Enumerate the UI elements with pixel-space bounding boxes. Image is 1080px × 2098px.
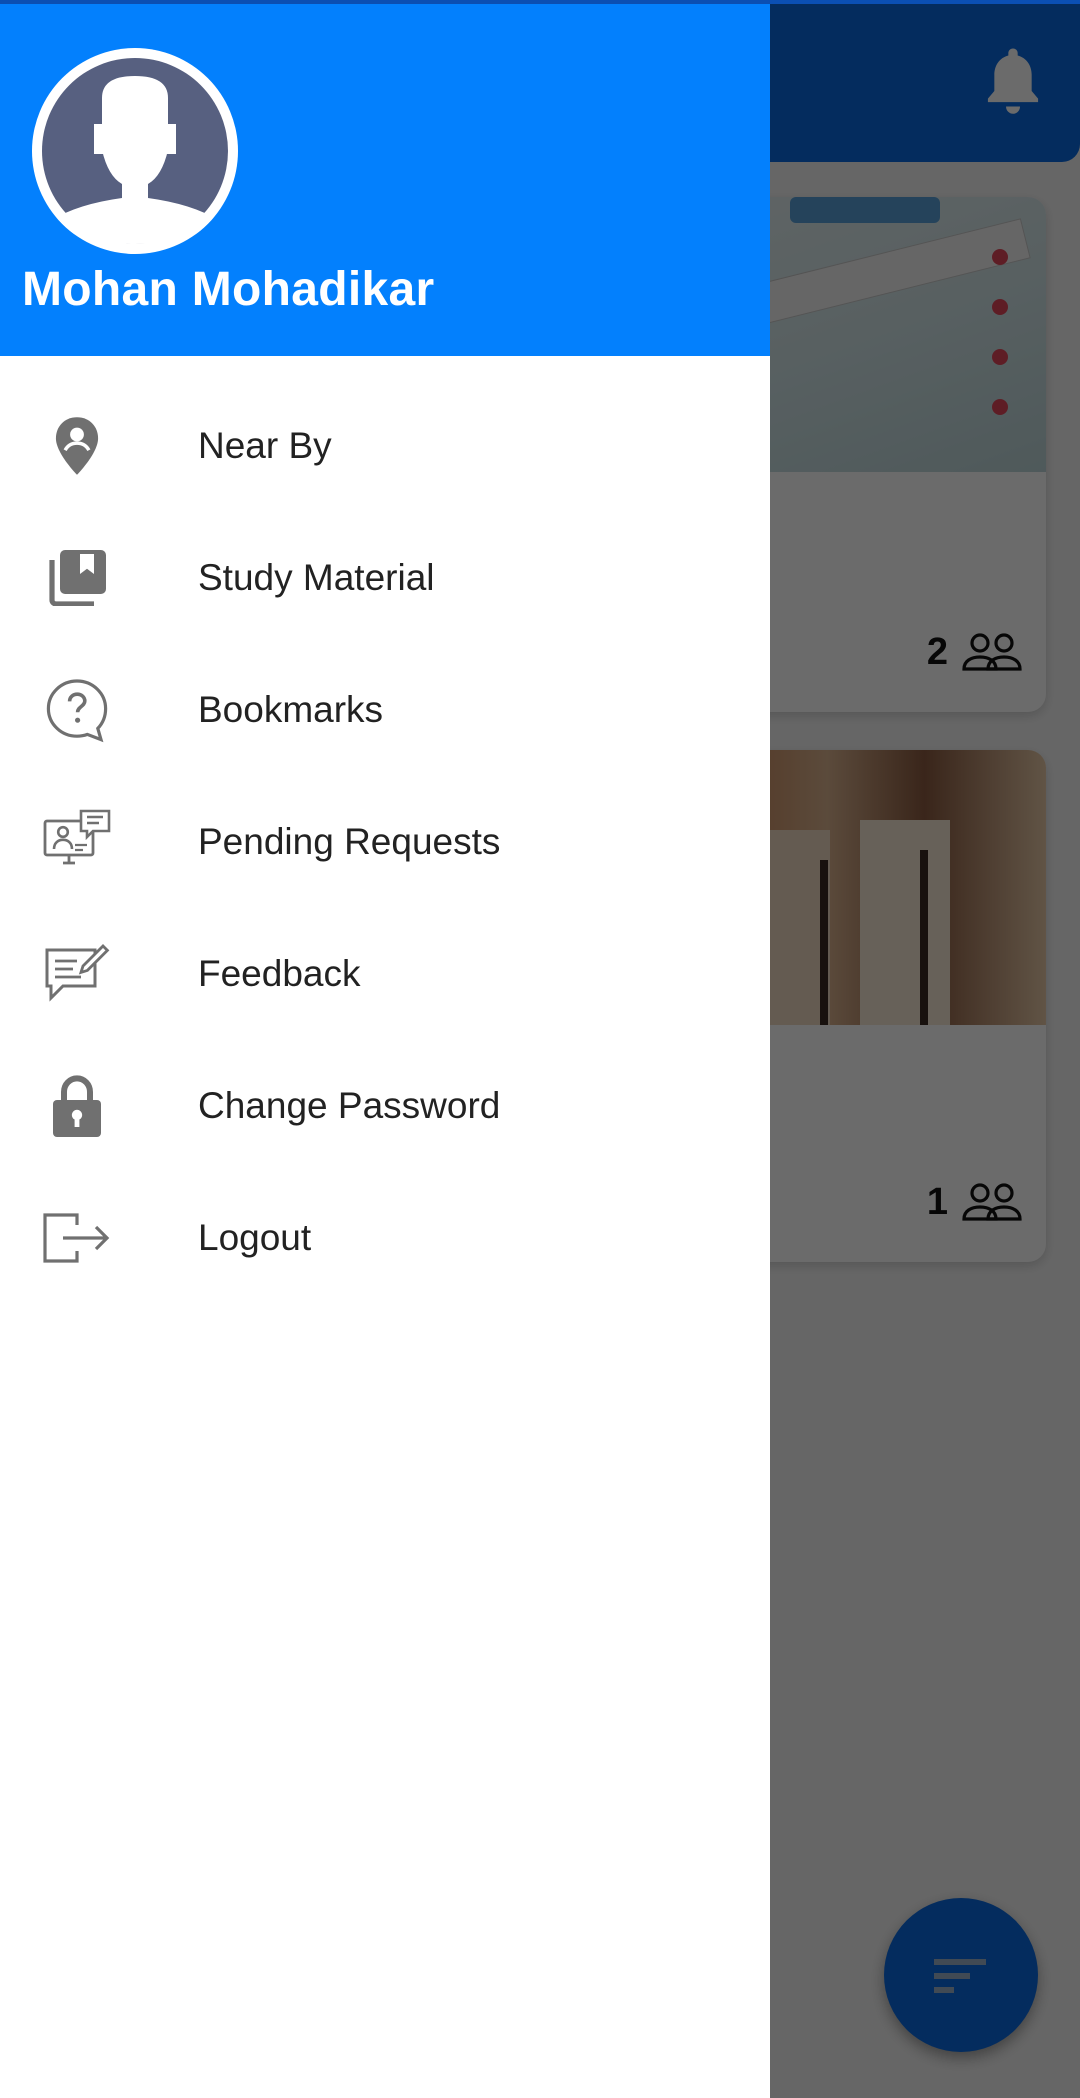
drawer-header: Mohan Mohadikar [0, 0, 770, 356]
menu-item-study-material[interactable]: Study Material [0, 512, 770, 644]
menu-item-change-password[interactable]: Change Password [0, 1040, 770, 1172]
menu-item-label: Bookmarks [198, 689, 384, 730]
lock-icon [42, 1071, 112, 1141]
menu-item-label: Study Material [198, 557, 435, 598]
user-silhouette-icon [42, 58, 228, 244]
feedback-icon [42, 939, 112, 1009]
menu-item-feedback[interactable]: Feedback [0, 908, 770, 1040]
navigation-drawer: Mohan Mohadikar Near By Study Material B… [0, 0, 770, 2098]
menu-item-label: Logout [198, 1217, 312, 1258]
menu-item-label: Change Password [198, 1085, 501, 1126]
menu-item-label: Near By [198, 425, 332, 466]
user-name: Mohan Mohadikar [22, 263, 435, 316]
location-pin-icon [42, 411, 112, 481]
drawer-menu: Near By Study Material Bookmarks Pending… [0, 380, 770, 1304]
book-library-icon [42, 543, 112, 613]
menu-item-pending-requests[interactable]: Pending Requests [0, 776, 770, 908]
question-bubble-icon [42, 675, 112, 745]
online-tutor-icon [42, 807, 112, 877]
menu-item-near-by[interactable]: Near By [0, 380, 770, 512]
menu-item-logout[interactable]: Logout [0, 1172, 770, 1304]
status-bar-line [0, 0, 1080, 4]
menu-item-label: Pending Requests [198, 821, 501, 862]
menu-item-label: Feedback [198, 953, 361, 994]
avatar[interactable] [32, 48, 238, 254]
logout-icon [42, 1203, 112, 1273]
menu-item-bookmarks[interactable]: Bookmarks [0, 644, 770, 776]
